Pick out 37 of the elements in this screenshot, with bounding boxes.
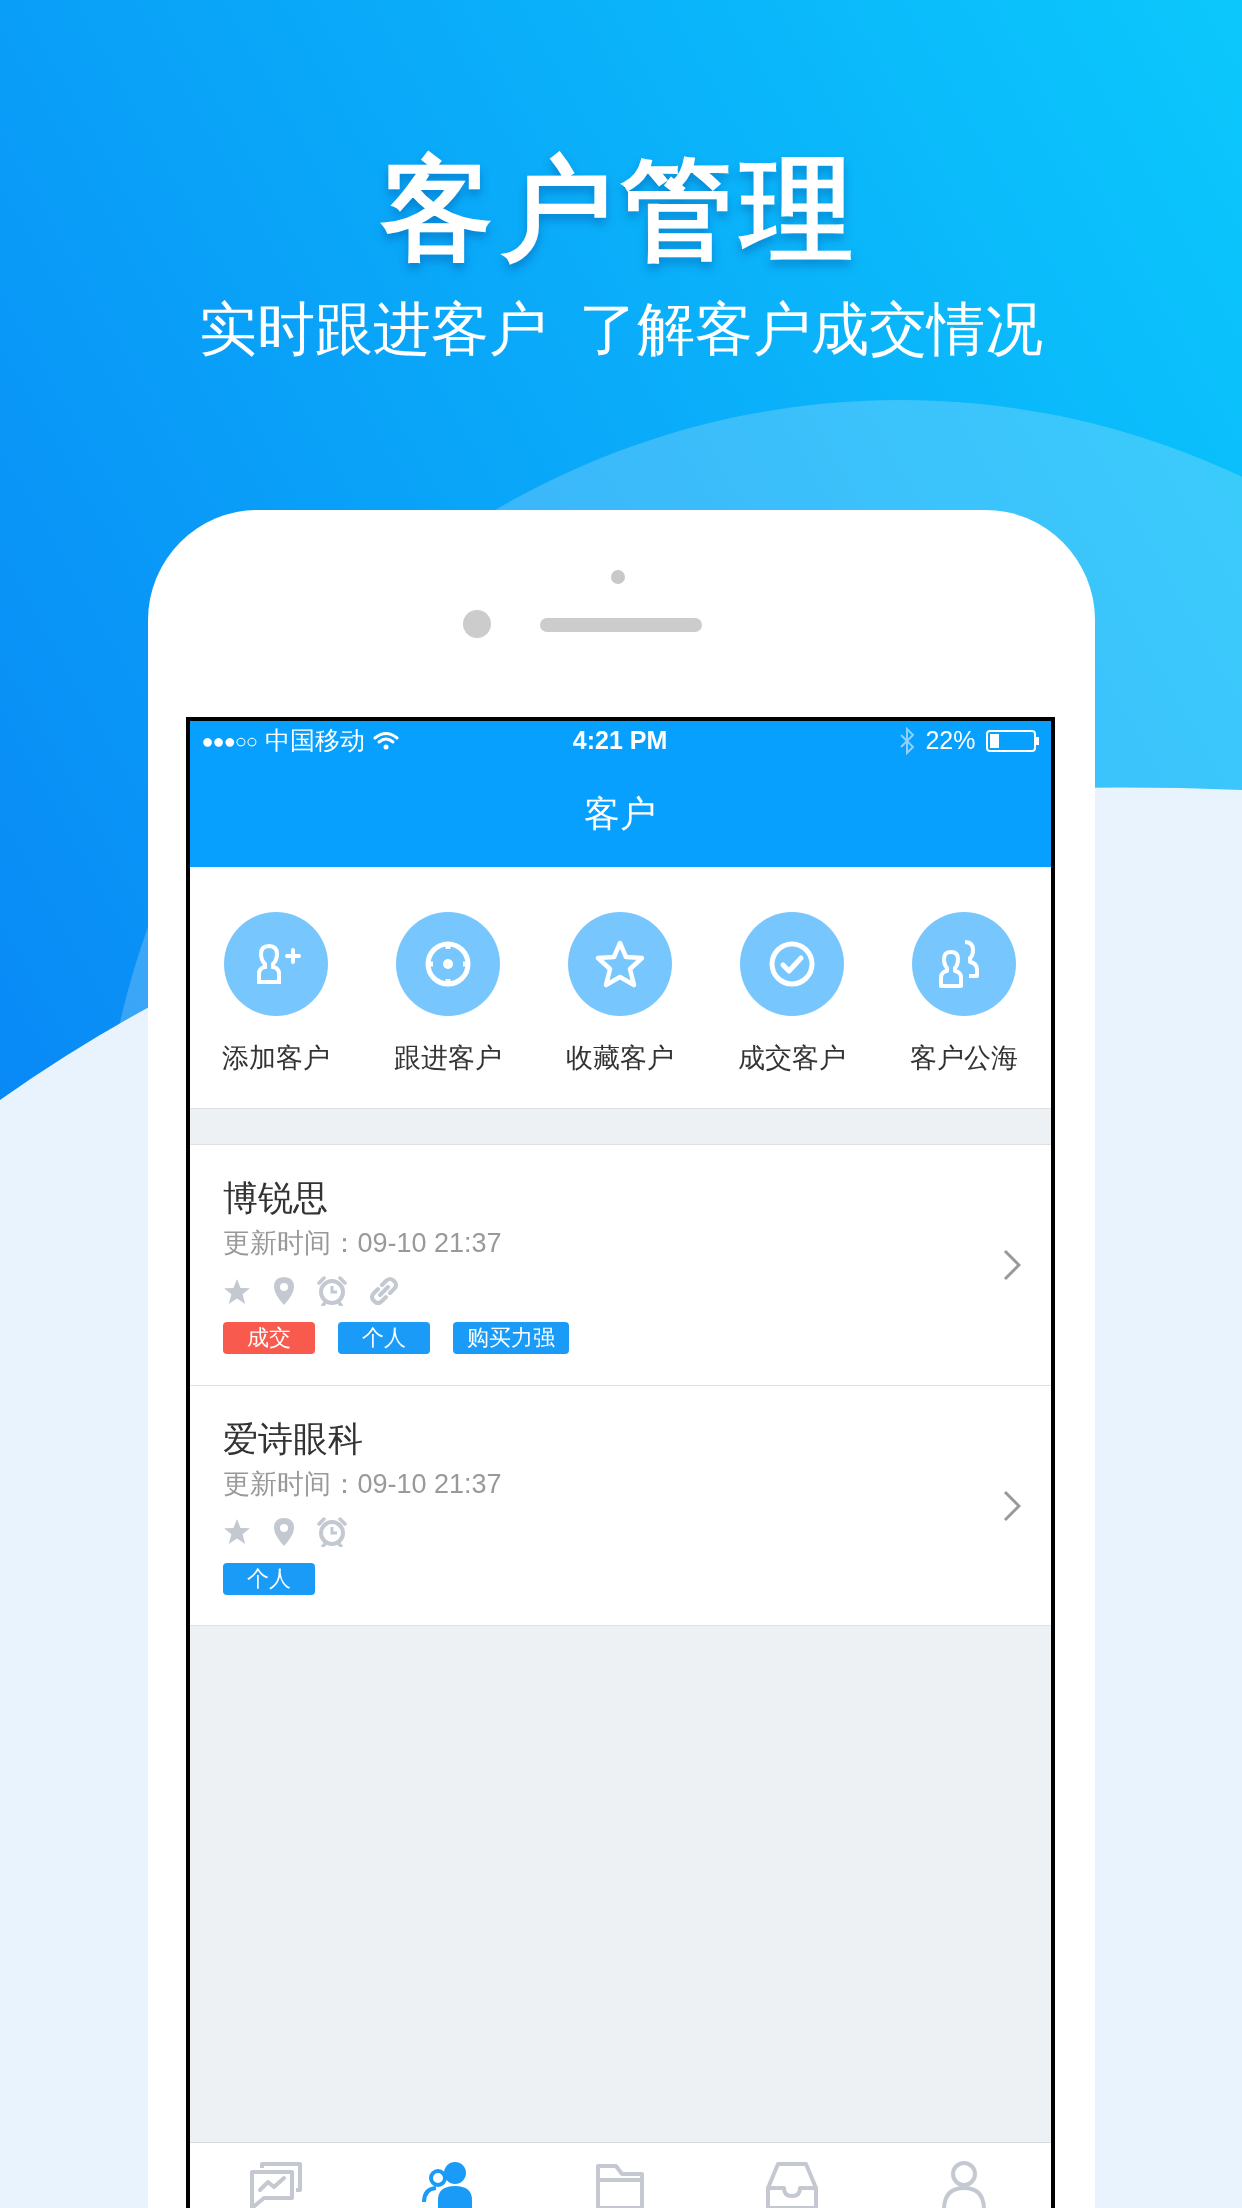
- customer-tag: 成交: [222, 1322, 315, 1354]
- location-pin-icon: [272, 1516, 295, 1547]
- update-time: 更新时间：09-10 21:37: [222, 1227, 503, 1260]
- alarm-clock-icon: [316, 1276, 347, 1306]
- shortcut-button[interactable]: 客户公海: [878, 867, 1051, 1108]
- update-time: 更新时间：09-10 21:37: [222, 1467, 503, 1501]
- star-icon: [222, 1518, 251, 1545]
- customer-tag: 个人: [222, 1562, 315, 1595]
- shortcut-button[interactable]: 跟进客户: [361, 867, 534, 1108]
- customer-name: 爱诗眼科: [222, 1417, 364, 1460]
- subtitle: 实时跟进客户 了解客户成交情况: [198, 295, 1044, 363]
- customer-row[interactable]: 博锐思 更新时间：09-10 21:37 成交 个人 购买力强: [189, 1145, 1051, 1385]
- battery-percent: 22%: [925, 725, 976, 757]
- customer-name: 博锐思: [222, 1177, 329, 1219]
- carrier-name: 中国移动: [264, 725, 365, 757]
- status-time: 4:21 PM: [572, 725, 668, 757]
- shortcut-button[interactable]: 收藏客户: [533, 867, 707, 1108]
- shortcut-button[interactable]: 添加客户: [189, 867, 362, 1108]
- bluetooth-icon: [899, 727, 916, 755]
- alarm-clock-icon: [316, 1516, 347, 1547]
- wifi-icon: [372, 731, 399, 751]
- nav-title: 客户: [584, 792, 656, 836]
- chat-chart-icon: [247, 2160, 304, 2208]
- star-icon: [594, 939, 646, 989]
- customer-row[interactable]: 爱诗眼科 更新时间：09-10 21:37 个人: [189, 1385, 1051, 1625]
- battery-icon: [985, 730, 1039, 752]
- chevron-right-icon: [1002, 1249, 1021, 1281]
- customer-tag: 个人: [337, 1322, 430, 1354]
- shortcut-button[interactable]: 成交客户: [706, 867, 879, 1108]
- location-pin-icon: [272, 1276, 295, 1306]
- headline: 客户管理: [381, 148, 861, 272]
- link-icon: [368, 1276, 399, 1306]
- chevron-right-icon: [1002, 1489, 1021, 1522]
- inbox-icon: [764, 2160, 821, 2208]
- star-icon: [222, 1277, 251, 1305]
- customer-tag: 购买力强: [452, 1322, 569, 1354]
- signal-strength: ●●●○○: [201, 729, 257, 754]
